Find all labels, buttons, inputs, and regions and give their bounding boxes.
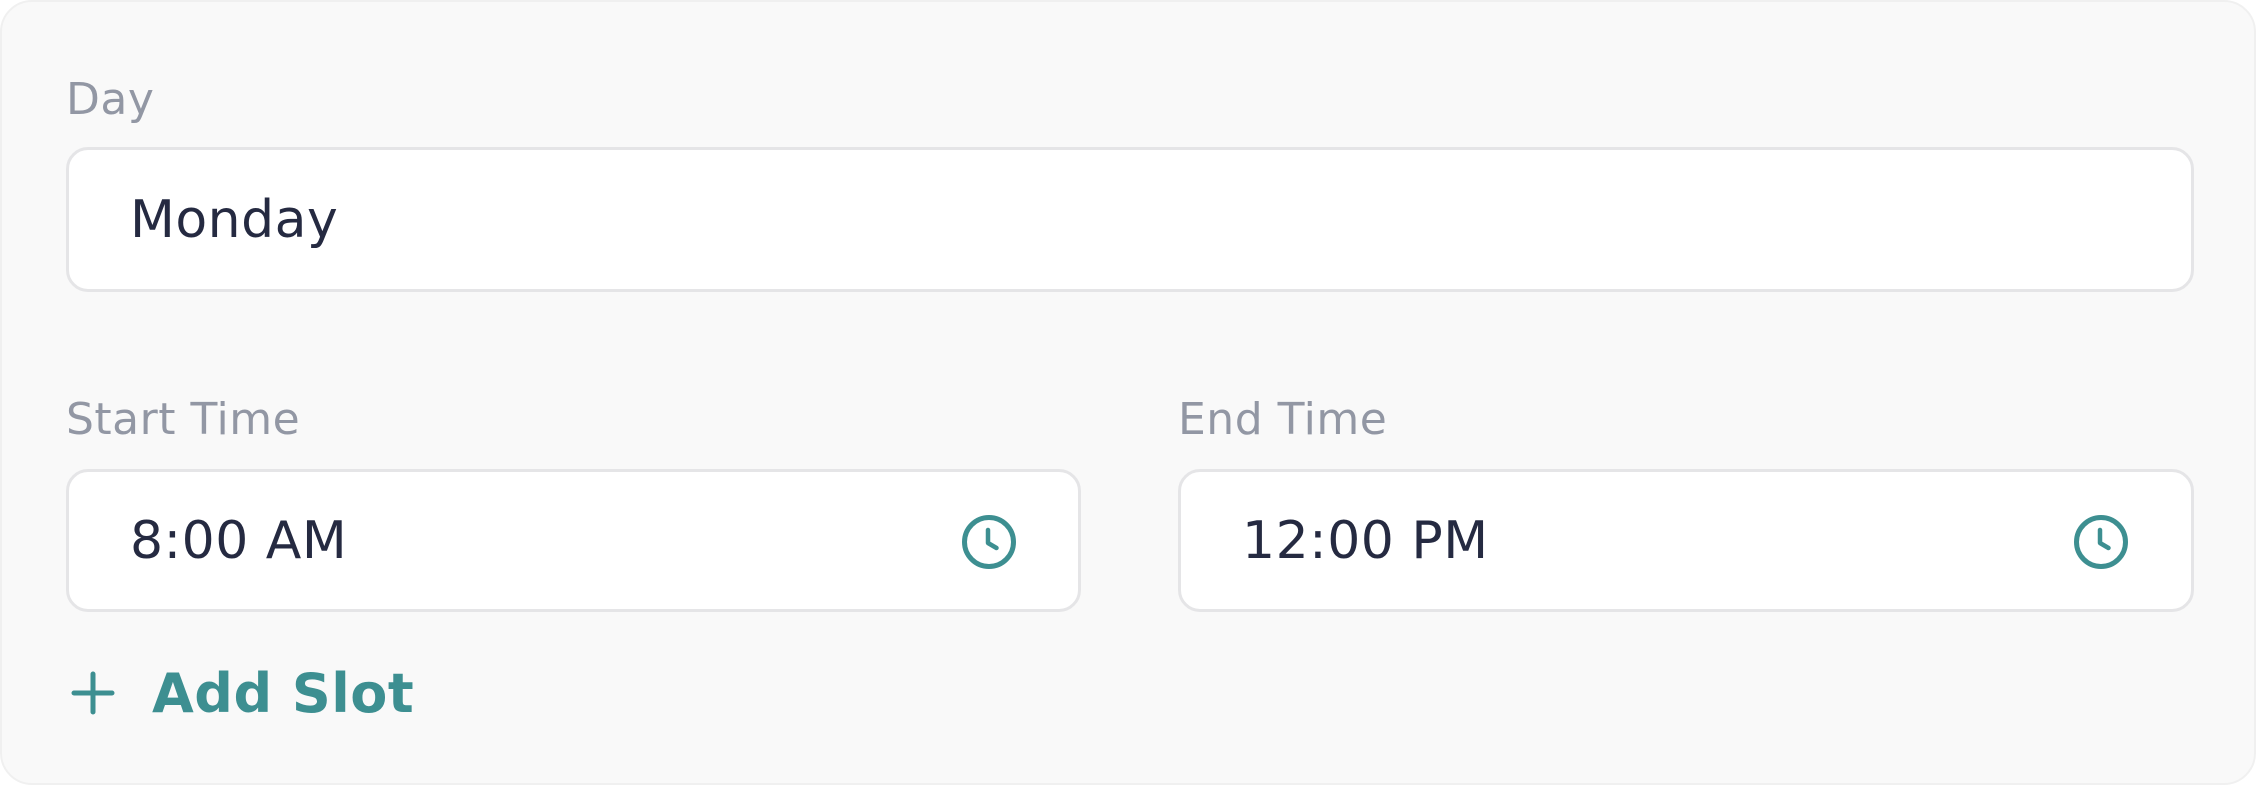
day-value: Monday <box>130 189 339 250</box>
add-slot-button[interactable]: Add Slot <box>70 658 414 728</box>
end-time-field[interactable]: 12:00 PM <box>1178 469 2194 612</box>
end-time-label: End Time <box>1178 394 1388 445</box>
slot-form-card: Day Monday Start Time 8:00 AM End Time 1… <box>0 0 2256 785</box>
start-time-field[interactable]: 8:00 AM <box>66 469 1081 612</box>
end-time-value: 12:00 PM <box>1242 510 1489 571</box>
start-time-label: Start Time <box>66 394 301 445</box>
clock-icon[interactable] <box>961 514 1017 570</box>
day-field[interactable]: Monday <box>66 147 2194 292</box>
plus-icon <box>71 671 115 715</box>
day-label: Day <box>66 74 155 125</box>
add-slot-label: Add Slot <box>152 661 415 725</box>
clock-icon[interactable] <box>2073 514 2129 570</box>
start-time-value: 8:00 AM <box>130 510 348 571</box>
